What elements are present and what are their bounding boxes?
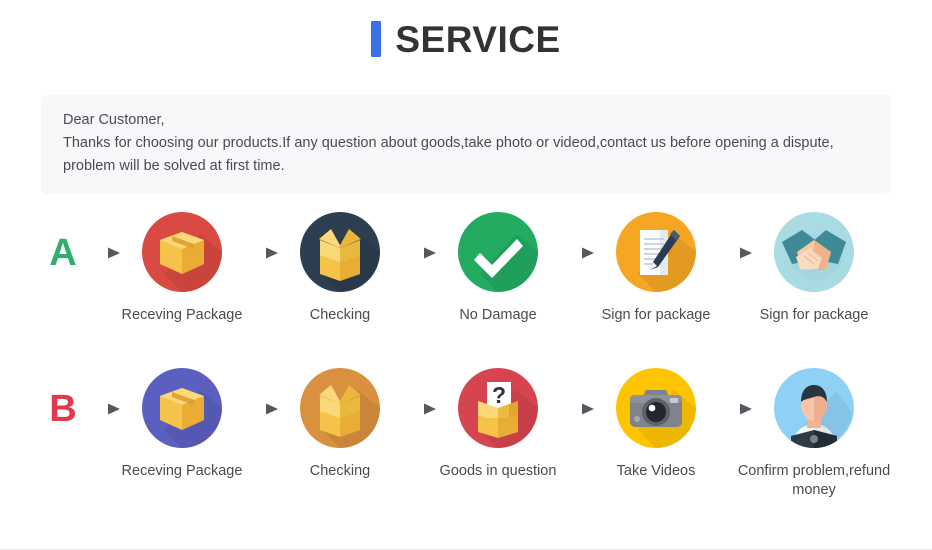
checkmark-icon: [458, 212, 538, 292]
page-title-text: SERVICE: [395, 18, 561, 60]
flow-step[interactable]: Receving Package: [122, 368, 242, 481]
arrow-right-icon: [712, 402, 758, 416]
arrow-right-icon: [80, 246, 126, 260]
closed-box-icon: [142, 212, 222, 292]
flow-step[interactable]: ? Goods in question: [440, 368, 556, 481]
camera-icon: [616, 368, 696, 448]
flow-step-label: Checking: [309, 463, 371, 479]
flow-row-a: A Receving Package Checking No Damage Sign f…: [0, 212, 932, 325]
flow-step[interactable]: Sign for package: [758, 212, 870, 325]
document-pen-icon: [616, 212, 696, 292]
open-box-icon: [300, 368, 380, 448]
flow-step[interactable]: Checking: [284, 212, 396, 325]
notice-line-1: Dear Customer,: [63, 112, 165, 128]
customer-notice: Dear Customer, Thanks for choosing our p…: [41, 95, 891, 194]
flow-step-label: Goods in question: [439, 463, 557, 479]
arrow-right-icon: [712, 246, 758, 260]
arrow-right-icon: [80, 402, 126, 416]
row-letter-a: A: [49, 232, 77, 274]
flow-step[interactable]: Receving Package: [122, 212, 242, 325]
arrow-right-icon: [396, 246, 442, 260]
page-title: SERVICE: [0, 0, 932, 58]
flow-step-label: Receving Package: [121, 307, 243, 323]
flow-step-label: Take Videos: [616, 463, 696, 479]
arrow-right-icon: [554, 246, 600, 260]
notice-line-3: problem will be solved at first time.: [63, 158, 285, 174]
flow-step[interactable]: Confirm problem,refund money: [738, 368, 890, 500]
flow-step[interactable]: No Damage: [442, 212, 554, 325]
flow-step[interactable]: Checking: [284, 368, 396, 481]
flow-step[interactable]: Sign for package: [600, 212, 712, 325]
arrow-right-icon: [396, 402, 442, 416]
question-box-icon: ?: [458, 368, 538, 448]
handshake-icon: [774, 212, 854, 292]
title-accent-bar: [371, 21, 382, 57]
arrow-right-icon: [554, 402, 600, 416]
open-box-icon: [300, 212, 380, 292]
arrow-right-icon: [238, 402, 284, 416]
row-letter-b: B: [49, 388, 77, 430]
arrow-right-icon: [238, 246, 284, 260]
svg-text:?: ?: [492, 382, 506, 408]
notice-line-2: Thanks for choosing our products.If any …: [63, 135, 834, 151]
flow-step-label: Checking: [309, 307, 371, 323]
flow-step-label: Receving Package: [121, 463, 243, 479]
person-icon: [774, 368, 854, 448]
flow-step-label: Confirm problem,refund money: [737, 463, 891, 498]
flow-step-label: Sign for package: [601, 307, 711, 323]
flow-step[interactable]: Take Videos: [600, 368, 712, 481]
flow-step-label: Sign for package: [759, 307, 869, 323]
closed-box-icon: [142, 368, 222, 448]
flow-step-label: No Damage: [459, 307, 537, 323]
flow-row-b: B Receving Package Checking? Goods in quest…: [0, 368, 932, 500]
